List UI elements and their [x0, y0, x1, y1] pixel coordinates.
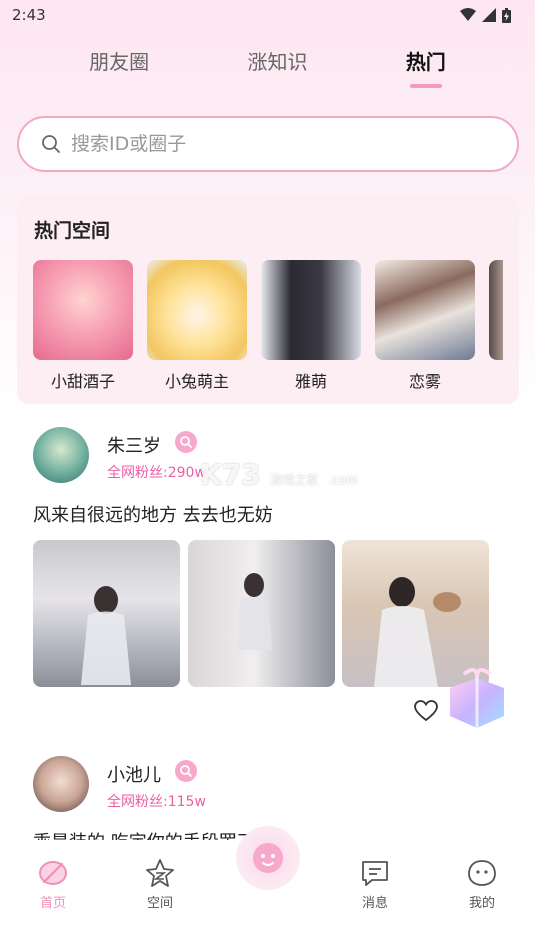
hot-spaces-title: 热门空间 — [34, 220, 111, 242]
center-action-button[interactable] — [236, 826, 300, 890]
watermark-sub: 游戏之家 — [270, 473, 319, 487]
space-thumbnail — [489, 260, 503, 360]
space-thumbnail — [261, 260, 361, 360]
hot-spaces-card: 热门空间 小甜酒子 小兔萌主 雅萌 恋雾 — [17, 196, 519, 404]
verified-badge-icon — [175, 431, 197, 453]
space-item[interactable]: 雅萌 — [261, 260, 361, 392]
message-icon — [362, 861, 388, 886]
space-name: 小兔萌主 — [164, 372, 229, 391]
battery-icon — [502, 7, 511, 23]
post-username[interactable]: 小池儿 — [107, 761, 161, 787]
watermark-logo: K73 游戏之家 .com — [200, 458, 358, 491]
nav-home-label: 首页 — [39, 896, 66, 911]
signal-icon — [482, 8, 496, 22]
status-bar: 2:43 — [0, 0, 535, 30]
status-icons — [460, 7, 511, 23]
figure-silhouette-icon — [81, 586, 131, 685]
avatar[interactable] — [33, 756, 89, 812]
post-username[interactable]: 朱三岁 — [107, 432, 161, 458]
tab-friends-label: 朋友圈 — [89, 50, 150, 74]
space-item[interactable]: 小甜酒子 — [33, 260, 133, 392]
space-name: 小甜酒子 — [50, 372, 115, 391]
space-item-partial[interactable] — [489, 260, 503, 392]
tab-active-indicator — [409, 84, 442, 88]
space-thumbnail — [33, 260, 133, 360]
smile-face-icon — [468, 860, 496, 886]
space-item[interactable]: 小兔萌主 — [147, 260, 247, 392]
gift-box-icon[interactable] — [440, 660, 514, 734]
nav-mine-label: 我的 — [468, 896, 495, 911]
nav-space[interactable]: 空间 — [130, 858, 190, 911]
nav-messages-label: 消息 — [361, 896, 388, 911]
tab-knowledge-label: 涨知识 — [247, 50, 308, 74]
space-thumbnail — [375, 260, 475, 360]
search-bar[interactable] — [17, 116, 519, 172]
nav-messages[interactable]: 消息 — [345, 858, 405, 911]
post-fans-count: 全网粉丝:115w — [107, 794, 206, 810]
post-text: 风来自很远的地方 去去也无妨 — [33, 505, 273, 526]
verified-badge-icon — [175, 760, 197, 782]
space-name: 雅萌 — [294, 372, 327, 391]
watermark-brand: K73 — [200, 458, 261, 491]
search-input[interactable] — [71, 133, 451, 155]
post-image[interactable] — [33, 540, 180, 687]
home-leaf-icon — [39, 861, 67, 885]
star-icon — [146, 859, 174, 887]
search-icon — [42, 135, 60, 153]
space-thumbnail — [147, 260, 247, 360]
status-time: 2:43 — [12, 6, 46, 24]
tab-knowledge[interactable]: 涨知识 — [247, 42, 307, 92]
like-heart-icon[interactable] — [414, 700, 438, 722]
nav-home[interactable]: 首页 — [23, 858, 83, 911]
figure-silhouette-icon — [238, 573, 272, 650]
tab-hot[interactable]: 热门 — [406, 42, 446, 92]
nav-space-label: 空间 — [146, 896, 173, 911]
tab-hot-label: 热门 — [405, 50, 446, 74]
wifi-icon — [460, 8, 476, 21]
top-tabs: 朋友圈 涨知识 热门 — [0, 42, 535, 92]
nav-mine[interactable]: 我的 — [452, 858, 512, 911]
post-image[interactable] — [188, 540, 335, 687]
watermark-domain: .com — [328, 473, 358, 487]
blob-face-icon — [253, 843, 283, 873]
space-name: 恋雾 — [408, 372, 441, 391]
space-item[interactable]: 恋雾 — [375, 260, 475, 392]
avatar[interactable] — [33, 427, 89, 483]
post-fans-count: 全网粉丝:290w — [107, 465, 206, 481]
tab-friends[interactable]: 朋友圈 — [89, 42, 149, 92]
hot-spaces-list: 小甜酒子 小兔萌主 雅萌 恋雾 — [33, 260, 503, 392]
